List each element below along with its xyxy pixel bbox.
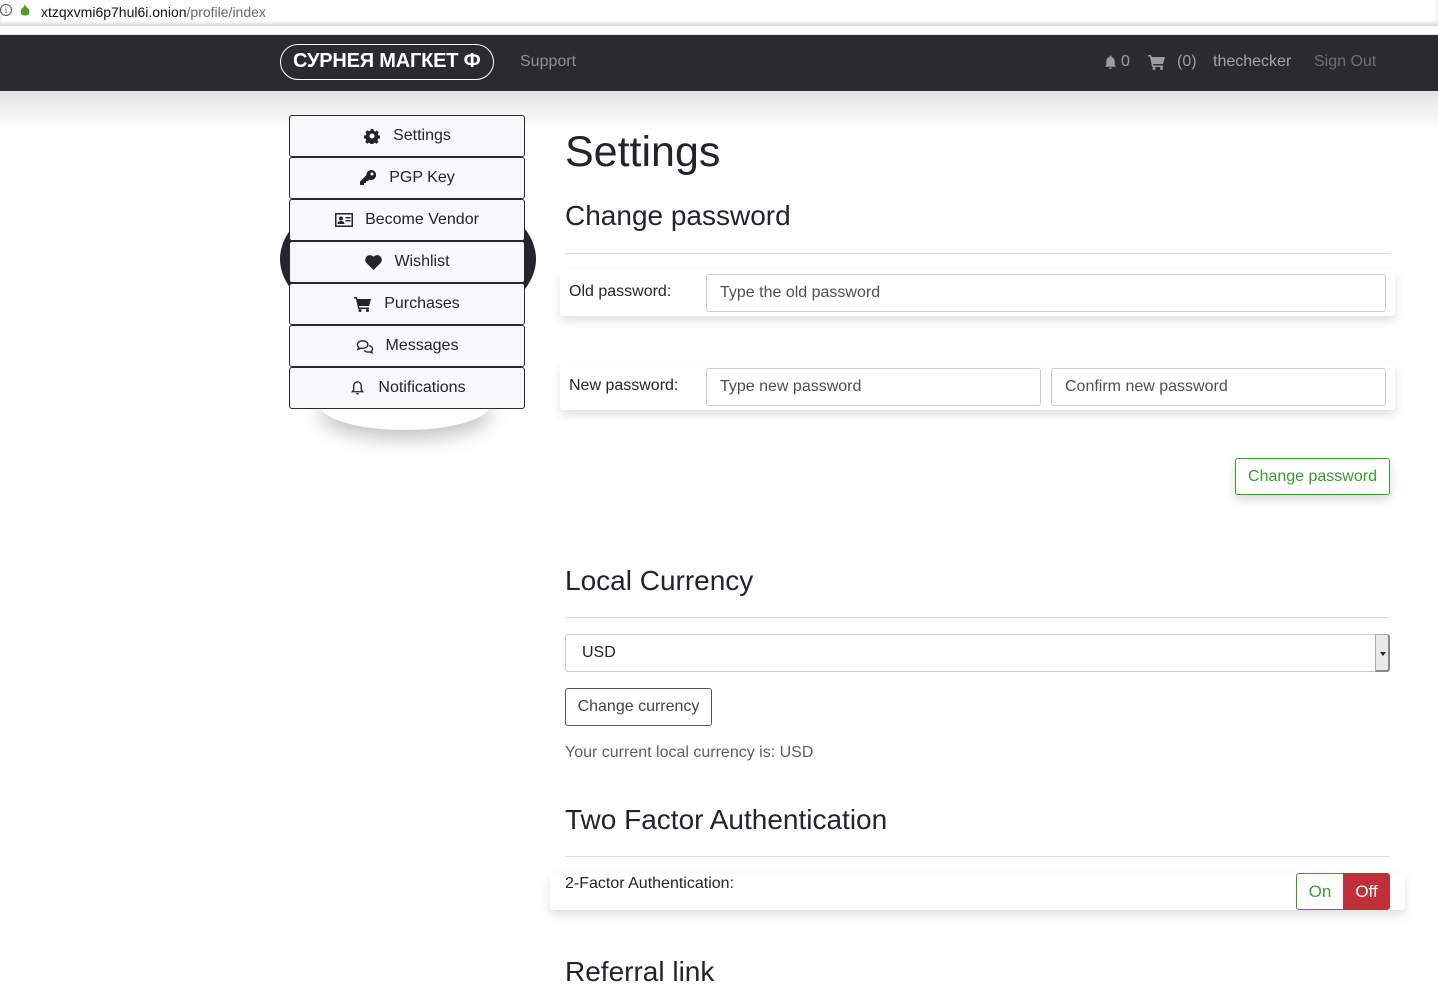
brand-logo-link[interactable]: СУРНЕЯ МАГКЕТ Ф (280, 44, 494, 80)
local-currency-heading: Local Currency (565, 565, 754, 596)
id-card-icon (335, 212, 354, 228)
new-password-row: New password: (560, 364, 1395, 410)
bell-icon (348, 380, 366, 396)
notifications-link[interactable]: 0 (1103, 53, 1130, 71)
currency-status-text: Your current local currency is: USD (565, 744, 814, 761)
browser-toolbar-gap (0, 26, 1438, 35)
currency-select[interactable]: USD (565, 634, 1390, 672)
url-path: /profile/index (186, 4, 266, 20)
key-icon (359, 170, 377, 186)
change-password-button[interactable]: Change password (1235, 458, 1390, 495)
browser-url-bar[interactable]: i xtzqxvmi6p7hul6i.onion/profile/index (0, 0, 1438, 26)
page-title: Settings (565, 128, 721, 176)
sidebar-item-purchases[interactable]: Purchases (289, 283, 525, 325)
two-factor-off-button[interactable]: Off (1343, 873, 1390, 910)
currency-select-value: USD (582, 644, 616, 661)
sign-out-link[interactable]: Sign Out (1314, 53, 1376, 71)
old-password-label: Old password: (569, 283, 672, 300)
url-host: xtzqxvmi6p7hul6i.onion (41, 4, 187, 20)
sidebar-item-become-vendor[interactable]: Become Vendor (289, 199, 525, 241)
new-password-label: New password: (569, 377, 679, 394)
bell-icon (1104, 55, 1117, 70)
sidebar-item-label: Wishlist (394, 253, 450, 270)
onion-icon (20, 4, 30, 16)
sidebar-item-label: Messages (385, 337, 459, 354)
sidebar-item-notifications[interactable]: Notifications (289, 367, 525, 409)
sidebar-item-messages[interactable]: Messages (289, 325, 525, 367)
sidebar-item-wishlist[interactable]: Wishlist (289, 241, 525, 283)
two-factor-heading: Two Factor Authentication (565, 804, 888, 835)
divider (565, 617, 1390, 618)
info-icon[interactable]: i (0, 4, 12, 16)
page-top-gradient (0, 91, 1438, 131)
old-password-row: Old password: (560, 270, 1395, 316)
gear-icon (363, 128, 381, 144)
sidebar-item-label: Notifications (378, 379, 466, 396)
cart-icon (354, 296, 372, 312)
divider (565, 856, 1390, 857)
chevron-down-icon[interactable] (1375, 634, 1390, 672)
cart-link[interactable]: (0) (1148, 53, 1197, 71)
support-link[interactable]: Support (520, 53, 576, 71)
change-currency-button[interactable]: Change currency (565, 688, 712, 726)
two-factor-toggle[interactable]: On Off (1296, 873, 1390, 910)
comments-icon (356, 338, 374, 354)
sidebar-item-label: Become Vendor (365, 211, 479, 228)
heart-icon (364, 254, 382, 270)
sidebar-item-label: PGP Key (389, 169, 455, 186)
top-navbar: СУРНЕЯ МАГКЕТ Ф Support 0 (0) thechecker… (0, 35, 1438, 91)
two-factor-on-button[interactable]: On (1296, 873, 1343, 910)
sidebar-item-pgp-key[interactable]: PGP Key (289, 157, 525, 199)
sidebar-item-label: Settings (393, 127, 451, 144)
divider (565, 253, 1390, 254)
sidebar-menu: Settings PGP Key Become Vendor Wishlist … (289, 115, 525, 409)
two-factor-label: 2-Factor Authentication: (565, 875, 734, 892)
cart-icon (1148, 55, 1165, 70)
old-password-input[interactable] (706, 274, 1386, 312)
url-text[interactable]: xtzqxvmi6p7hul6i.onion/profile/index (41, 4, 266, 20)
cart-count: (0) (1177, 53, 1197, 70)
change-password-heading: Change password (565, 200, 791, 231)
referral-link-heading: Referral link (565, 956, 715, 987)
two-factor-row: 2-Factor Authentication: (550, 873, 1405, 910)
confirm-password-input[interactable] (1051, 368, 1386, 406)
sidebar-item-settings[interactable]: Settings (289, 115, 525, 157)
username-link[interactable]: thechecker (1213, 53, 1291, 71)
sidebar-item-label: Purchases (384, 295, 460, 312)
new-password-input[interactable] (706, 368, 1041, 406)
notifications-count: 0 (1121, 53, 1130, 70)
